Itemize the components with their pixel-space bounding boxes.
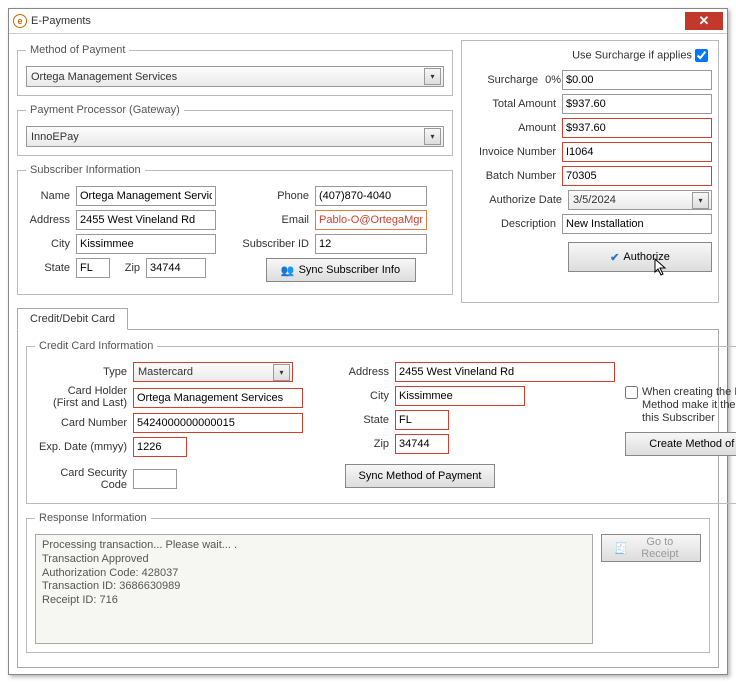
cc-addr-label: Address: [345, 366, 395, 378]
city-input[interactable]: [76, 234, 216, 254]
check-icon: ✔: [610, 251, 619, 264]
cc-number-label: Card Number: [35, 417, 133, 429]
cc-csc-input[interactable]: [133, 469, 177, 489]
state-label: State: [26, 262, 76, 274]
total-input[interactable]: [562, 94, 712, 114]
default-method-checkbox[interactable]: [625, 386, 638, 399]
authdate-label: Authorize Date: [468, 194, 568, 206]
address-input[interactable]: [76, 210, 216, 230]
cc-holder-input[interactable]: [133, 388, 303, 408]
desc-input[interactable]: [562, 214, 712, 234]
email-label: Email: [237, 214, 315, 226]
total-label: Total Amount: [468, 98, 562, 110]
amount-input[interactable]: [562, 118, 712, 138]
method-of-payment-group: Method of Payment Ortega Management Serv…: [17, 44, 453, 96]
cc-zip-label: Zip: [345, 438, 395, 450]
phone-label: Phone: [237, 190, 315, 202]
phone-input[interactable]: [315, 186, 427, 206]
batch-input[interactable]: [562, 166, 712, 186]
tab-credit-card[interactable]: Credit/Debit Card: [17, 308, 128, 330]
sync-icon: 👥: [281, 264, 295, 277]
cc-exp-label: Exp. Date (mmyy): [35, 441, 133, 453]
cc-number-input[interactable]: [133, 413, 303, 433]
cc-holder-label: Card Holder (First and Last): [35, 386, 133, 409]
invoice-input[interactable]: [562, 142, 712, 162]
subscriber-legend: Subscriber Information: [26, 164, 145, 176]
gateway-legend: Payment Processor (Gateway): [26, 104, 184, 116]
window-title: E-Payments: [31, 15, 685, 27]
email-input[interactable]: [315, 210, 427, 230]
authorize-button[interactable]: ✔ Authorize: [568, 242, 712, 272]
receipt-icon: 🧾: [614, 542, 628, 555]
desc-label: Description: [468, 218, 562, 230]
use-surcharge-label: Use Surcharge if applies: [572, 49, 692, 61]
cc-state-input[interactable]: [395, 410, 449, 430]
chevron-down-icon[interactable]: ▾: [273, 364, 290, 381]
state-input[interactable]: [76, 258, 110, 278]
create-method-button[interactable]: Create Method of Payment: [625, 432, 736, 456]
batch-label: Batch Number: [468, 170, 562, 182]
surcharge-panel: Use Surcharge if applies Surcharge 0% To…: [461, 40, 719, 303]
default-method-label: When creating the Payment Method make it…: [642, 386, 736, 426]
zip-label: Zip: [116, 262, 146, 274]
cc-info-group: Credit Card Information Type Mastercard …: [26, 340, 736, 504]
surcharge-amount[interactable]: [562, 70, 712, 90]
amount-label: Amount: [468, 122, 562, 134]
cc-legend: Credit Card Information: [35, 340, 157, 352]
response-legend: Response Information: [35, 512, 151, 524]
chevron-down-icon[interactable]: ▾: [692, 192, 709, 209]
cc-zip-input[interactable]: [395, 434, 449, 454]
cc-exp-input[interactable]: [133, 437, 187, 457]
response-text: Processing transaction... Please wait...…: [35, 534, 593, 644]
name-label: Name: [26, 190, 76, 202]
cc-type-select[interactable]: Mastercard ▾: [133, 362, 293, 382]
chevron-down-icon[interactable]: ▾: [424, 128, 441, 145]
name-input[interactable]: [76, 186, 216, 206]
cc-type-label: Type: [35, 366, 133, 378]
gateway-select[interactable]: InnoEPay ▾: [26, 126, 444, 147]
cc-city-input[interactable]: [395, 386, 525, 406]
subid-label: Subscriber ID: [237, 238, 315, 250]
surcharge-label: Surcharge: [468, 74, 544, 86]
close-button[interactable]: ✕: [685, 12, 723, 30]
sync-method-button[interactable]: Sync Method of Payment: [345, 464, 495, 488]
city-label: City: [26, 238, 76, 250]
authdate-select[interactable]: 3/5/2024 ▾: [568, 190, 712, 210]
surcharge-pct: 0%: [544, 74, 562, 86]
subscriber-info-group: Subscriber Information Name Address City…: [17, 164, 453, 295]
cc-city-label: City: [345, 390, 395, 402]
method-select[interactable]: Ortega Management Services ▾: [26, 66, 444, 87]
chevron-down-icon[interactable]: ▾: [424, 68, 441, 85]
cc-addr-input[interactable]: [395, 362, 615, 382]
gateway-group: Payment Processor (Gateway) InnoEPay ▾: [17, 104, 453, 156]
subid-input[interactable]: [315, 234, 427, 254]
zip-input[interactable]: [146, 258, 206, 278]
invoice-label: Invoice Number: [468, 146, 562, 158]
tab-panel: Credit Card Information Type Mastercard …: [17, 329, 719, 668]
sync-subscriber-button[interactable]: 👥 Sync Subscriber Info: [266, 258, 416, 282]
cc-csc-label: Card Security Code: [35, 467, 133, 491]
use-surcharge-checkbox[interactable]: [695, 49, 708, 62]
method-legend: Method of Payment: [26, 44, 129, 56]
go-to-receipt-button[interactable]: 🧾 Go to Receipt: [601, 534, 701, 562]
app-icon: e: [13, 14, 27, 28]
response-info-group: Response Information Processing transact…: [26, 512, 710, 653]
cc-state-label: State: [345, 414, 395, 426]
address-label: Address: [26, 214, 76, 226]
